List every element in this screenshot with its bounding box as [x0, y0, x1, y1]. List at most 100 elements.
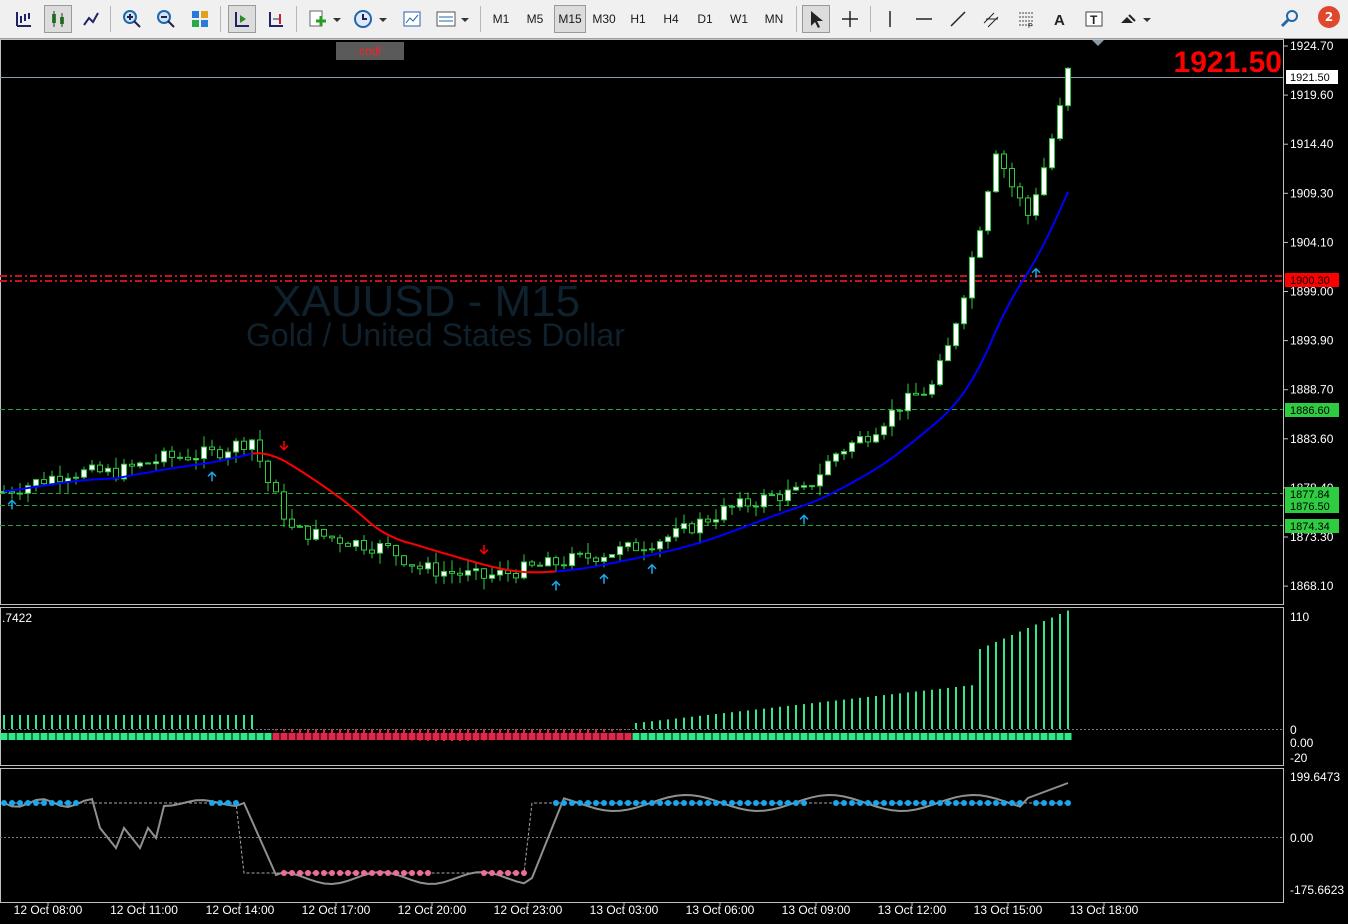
new-indicator-icon[interactable]	[304, 5, 344, 33]
level-tag-label: 1876.50	[1290, 501, 1330, 513]
trend-band-cell	[384, 733, 392, 740]
oscillator-dot-up	[849, 800, 855, 806]
trend-band-cell	[48, 733, 56, 740]
oscillator-dot-down	[513, 870, 519, 876]
trend-band-cell	[480, 733, 488, 740]
zoom-in-icon[interactable]	[118, 5, 146, 33]
candle-body	[161, 450, 167, 463]
zoom-out-icon[interactable]	[152, 5, 180, 33]
oscillator-dot-up	[761, 800, 767, 806]
crosshair-icon[interactable]	[836, 5, 864, 33]
candle-body	[481, 568, 487, 579]
trend-band-cell	[96, 733, 104, 740]
oscillator-dot-up	[681, 800, 687, 806]
notification-badge[interactable]: 2	[1318, 6, 1340, 28]
trend-band-cell	[688, 733, 696, 740]
horizontal-line-icon[interactable]	[910, 5, 938, 33]
candle-body	[929, 384, 935, 395]
candle-body	[177, 456, 183, 459]
candle-body	[705, 518, 711, 523]
trend-band-cell	[752, 733, 760, 740]
trend-band-cell	[728, 733, 736, 740]
timeframe-h4[interactable]: H4	[656, 5, 686, 33]
candle-body	[681, 523, 687, 530]
bar-chart-icon[interactable]	[10, 5, 38, 33]
trend-band-cell	[912, 733, 920, 740]
trend-band-cell	[248, 733, 256, 740]
profiles-icon[interactable]	[432, 5, 472, 33]
oscillator-dot-up	[9, 800, 15, 806]
oscillator-dot-up	[969, 800, 975, 806]
candle-body	[153, 461, 159, 465]
trend-band-cell	[944, 733, 952, 740]
candle-body	[33, 479, 39, 487]
text-label-icon[interactable]: T	[1080, 5, 1108, 33]
candle-body	[561, 564, 567, 567]
buy-arrow-icon	[551, 580, 561, 591]
text-icon[interactable]: A	[1046, 5, 1074, 33]
trend-band-cell	[328, 733, 336, 740]
trend-band-cell	[1064, 733, 1072, 740]
candle-body	[641, 549, 647, 552]
trend-band-cell	[128, 733, 136, 740]
trend-band-cell	[448, 733, 456, 740]
cursor-icon[interactable]	[802, 5, 830, 33]
tile-windows-icon[interactable]	[186, 5, 214, 33]
trend-band-cell	[608, 733, 616, 740]
timeframe-h1[interactable]: H1	[624, 5, 652, 33]
candlestick-icon[interactable]	[44, 5, 72, 33]
autoscroll-icon[interactable]	[228, 5, 256, 33]
candle-body	[785, 489, 791, 502]
templates-icon[interactable]	[398, 5, 426, 33]
arrows-icon[interactable]	[1114, 5, 1154, 33]
candle-body	[577, 552, 583, 555]
search-icon[interactable]	[1276, 5, 1304, 33]
chart-shift-icon[interactable]	[262, 5, 290, 33]
trend-band-cell	[536, 733, 544, 740]
trend-band-cell	[392, 733, 400, 740]
timeframe-m5[interactable]: M5	[520, 5, 550, 33]
timeframe-m15[interactable]: M15	[554, 5, 586, 33]
timeframe-m1[interactable]: M1	[486, 5, 516, 33]
candle-body	[433, 562, 439, 577]
candle-body	[297, 525, 303, 528]
candle-body	[377, 543, 383, 554]
equidistant-channel-icon[interactable]	[978, 5, 1006, 33]
chart-window[interactable]: XAUUSD - M15 Gold / United States Dollar…	[0, 38, 1348, 924]
timeframe-mn[interactable]: MN	[758, 5, 790, 33]
line-chart-icon[interactable]	[77, 5, 105, 33]
candle-body	[1049, 138, 1055, 169]
oscillator-dot-down	[401, 870, 407, 876]
time-tick-label: 13 Oct 15:00	[974, 903, 1043, 917]
candle-body	[489, 574, 495, 579]
trend-band-cell	[368, 733, 376, 740]
oscillator-dot-up	[777, 800, 783, 806]
candle-body	[953, 323, 959, 347]
trend-band-cell	[984, 733, 992, 740]
time-tick-label: 13 Oct 06:00	[686, 903, 755, 917]
oscillator-dot-up	[745, 800, 751, 806]
candle-body	[81, 469, 87, 478]
trend-band-cell	[880, 733, 888, 740]
timeframe-d1[interactable]: D1	[690, 5, 720, 33]
periodicity-clock-icon[interactable]	[350, 5, 392, 33]
candle-body	[1001, 153, 1007, 170]
oscillator-dot-up	[881, 800, 887, 806]
trend-band-cell	[40, 733, 48, 740]
timeframe-m30[interactable]: M30	[588, 5, 620, 33]
oscillator-dot-down	[281, 870, 287, 876]
candle-body	[1025, 197, 1031, 216]
oscillator-dot-down	[369, 870, 375, 876]
candle-body	[945, 345, 951, 362]
vertical-line-icon[interactable]	[876, 5, 904, 33]
timeframe-w1[interactable]: W1	[724, 5, 754, 33]
trend-band-cell	[640, 733, 648, 740]
trend-band-cell	[496, 733, 504, 740]
trend-band-cell	[736, 733, 744, 740]
oscillator-dot-up	[33, 800, 39, 806]
fibonacci-icon[interactable]: F	[1012, 5, 1040, 33]
trendline-icon[interactable]	[944, 5, 972, 33]
trend-band-cell	[160, 733, 168, 740]
trend-band-cell	[968, 733, 976, 740]
oscillator-dot-up	[665, 800, 671, 806]
